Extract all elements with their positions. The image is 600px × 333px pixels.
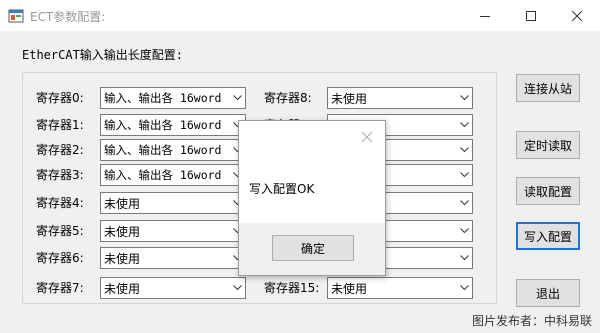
ect-config-window: ECT参数配置: EtherCAT输入输出长度配置: 寄存器0: 输入、输出各 1… — [0, 0, 600, 333]
dialog-ok-button[interactable]: 确定 — [272, 235, 354, 261]
dialog-footer: 确定 — [239, 223, 385, 275]
left-register-select[interactable]: 输入、输出各 16word — [100, 114, 246, 136]
dialog-close-button[interactable] — [359, 129, 375, 145]
left-register-label: 寄存器7: — [36, 281, 84, 295]
app-window-icon — [8, 8, 24, 24]
read-config-button[interactable]: 读取配置 — [516, 177, 580, 205]
select-value: 未使用 — [331, 91, 368, 106]
window-title: ECT参数配置: — [30, 10, 106, 24]
chevron-down-icon — [229, 278, 245, 298]
right-register-label: 寄存器8: — [264, 91, 312, 105]
select-value: 输入、输出各 16word — [104, 143, 222, 157]
minimize-button[interactable] — [462, 0, 508, 31]
chevron-down-icon — [456, 221, 472, 241]
left-register-select[interactable]: 未使用 — [100, 220, 246, 242]
timed-read-button[interactable]: 定时读取 — [516, 131, 580, 159]
close-icon — [571, 10, 583, 21]
chevron-down-icon — [456, 140, 472, 160]
select-value: 未使用 — [104, 251, 141, 266]
minimize-icon — [480, 15, 490, 17]
maximize-button[interactable] — [508, 0, 554, 31]
exit-button[interactable]: 退出 — [516, 279, 580, 307]
right-register-label: 寄存器15: — [264, 281, 320, 295]
chevron-down-icon — [456, 248, 472, 268]
left-register-select[interactable]: 未使用 — [100, 247, 246, 269]
watermark: 图片发布者：中科易联 — [471, 314, 592, 328]
select-value: 未使用 — [104, 224, 141, 239]
chevron-down-icon — [456, 88, 472, 108]
dialog-message: 写入配置OK — [249, 182, 315, 196]
chevron-down-icon — [456, 115, 472, 135]
select-value: 未使用 — [104, 281, 141, 296]
left-register-label: 寄存器5: — [36, 224, 84, 238]
chevron-down-icon — [456, 165, 472, 185]
write-config-button[interactable]: 写入配置 — [516, 222, 580, 250]
close-button[interactable] — [554, 0, 600, 31]
chevron-down-icon — [456, 278, 472, 298]
left-register-select[interactable]: 未使用 — [100, 277, 246, 299]
left-register-label: 寄存器0: — [36, 91, 84, 105]
right-register-select[interactable]: 未使用 — [327, 277, 473, 299]
message-dialog: 写入配置OK 确定 — [238, 120, 386, 276]
select-value: 输入、输出各 16word — [104, 168, 222, 182]
left-register-label: 寄存器2: — [36, 143, 84, 157]
chevron-down-icon — [229, 88, 245, 108]
left-register-label: 寄存器6: — [36, 251, 84, 265]
close-icon — [361, 131, 373, 143]
left-register-select[interactable]: 输入、输出各 16word — [100, 87, 246, 109]
select-value: 输入、输出各 16word — [104, 91, 222, 105]
group-label: EtherCAT输入输出长度配置: — [22, 48, 184, 62]
left-register-select[interactable]: 输入、输出各 16word — [100, 139, 246, 161]
select-value: 未使用 — [331, 281, 368, 296]
left-register-label: 寄存器3: — [36, 168, 84, 182]
select-value: 未使用 — [104, 196, 141, 211]
right-register-select[interactable]: 未使用 — [327, 87, 473, 109]
left-register-label: 寄存器4: — [36, 196, 84, 210]
maximize-icon — [526, 10, 536, 21]
title-bar: ECT参数配置: — [0, 0, 600, 31]
connect-slave-button[interactable]: 连接从站 — [516, 74, 580, 102]
left-register-label: 寄存器1: — [36, 118, 84, 132]
left-register-select[interactable]: 未使用 — [100, 192, 246, 214]
select-value: 输入、输出各 16word — [104, 118, 222, 132]
left-register-select[interactable]: 输入、输出各 16word — [100, 164, 246, 186]
chevron-down-icon — [456, 193, 472, 213]
